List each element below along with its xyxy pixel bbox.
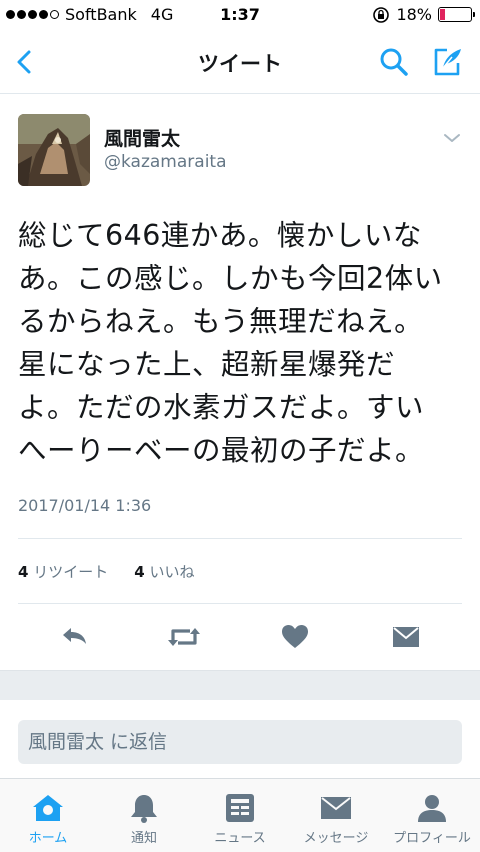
tab-messages[interactable]: メッセージ	[288, 779, 384, 852]
retweet-label: リツイート	[33, 563, 109, 581]
tweet-timestamp: 2017/01/14 1:36	[18, 496, 152, 515]
tab-label: ニュース	[214, 831, 266, 846]
tab-profile[interactable]: プロフィール	[384, 779, 480, 852]
bell-icon	[131, 795, 157, 823]
direct-message-button[interactable]	[388, 622, 424, 652]
display-name[interactable]: 風間雷太	[104, 124, 180, 151]
reply-button[interactable]	[56, 622, 92, 652]
heart-icon	[282, 625, 308, 648]
reply-composer: 風間雷太 に返信	[0, 700, 480, 772]
section-separator	[0, 670, 480, 700]
home-icon	[33, 795, 63, 821]
tab-label: プロフィール	[393, 831, 471, 846]
retweet-icon	[168, 628, 200, 646]
retweet-button[interactable]	[166, 622, 202, 652]
tab-news[interactable]: ニュース	[192, 779, 288, 852]
like-count: 4	[134, 563, 145, 581]
tweet-actions	[0, 622, 480, 652]
battery-group: 18%	[372, 5, 475, 24]
tweet-text: 総じて646連かあ。懐かしいな あ。この感じ。しかも今回2体い るからねえ。もう…	[18, 219, 443, 467]
tweet-stats: 4 リツイート 4 いいね	[18, 561, 194, 582]
chevron-down-icon	[444, 134, 460, 142]
like-stat[interactable]: 4 いいね	[134, 561, 194, 582]
retweet-stat[interactable]: 4 リツイート	[18, 561, 108, 582]
search-icon	[380, 48, 408, 76]
battery-icon	[438, 7, 475, 22]
news-icon	[226, 794, 254, 822]
avatar-image	[18, 114, 90, 186]
tab-home[interactable]: ホーム	[0, 779, 96, 852]
avatar[interactable]	[18, 114, 90, 186]
tab-bar: ホーム 通知 ニュース メッセージ プロフィール	[0, 778, 480, 852]
divider	[18, 538, 462, 539]
mail-icon	[393, 627, 419, 647]
user-handle[interactable]: @kazamaraita	[104, 152, 227, 172]
tab-label: メッセージ	[303, 831, 369, 846]
battery-level	[440, 9, 446, 20]
divider	[18, 603, 462, 604]
tab-notifications[interactable]: 通知	[96, 779, 192, 852]
reply-input[interactable]: 風間雷太 に返信	[18, 720, 462, 764]
profile-icon	[418, 795, 446, 822]
like-button[interactable]	[277, 622, 313, 652]
like-label: いいね	[149, 563, 195, 581]
compose-icon	[434, 48, 461, 76]
search-button[interactable]	[376, 44, 412, 80]
status-bar: SoftBank 4G 1:37 18%	[0, 0, 480, 30]
tweet-options-button[interactable]	[442, 130, 462, 144]
nav-bar: ツイート	[0, 30, 480, 94]
reply-icon	[63, 628, 86, 644]
compose-button[interactable]	[430, 44, 466, 80]
tab-label: 通知	[130, 831, 157, 846]
mail-icon	[321, 797, 351, 819]
retweet-count: 4	[18, 563, 29, 581]
tab-label: ホーム	[28, 831, 68, 846]
battery-percent: 18%	[396, 5, 432, 24]
rotation-lock-icon	[373, 6, 390, 23]
